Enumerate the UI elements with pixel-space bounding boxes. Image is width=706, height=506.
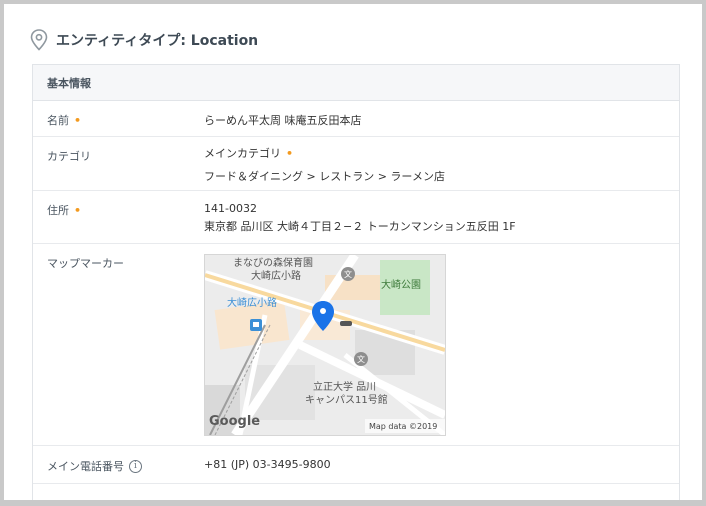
map-label-park: 大崎公園 (381, 278, 421, 291)
page-header: エンティティタイプ: Location (30, 26, 258, 54)
postal-code[interactable]: 141-0032 (204, 202, 257, 215)
section-title: 基本情報 (33, 65, 679, 101)
phone-value[interactable]: +81 (JP) 03-3495-9800 (204, 458, 331, 471)
google-logo: Google (209, 414, 260, 429)
svg-text:文: 文 (344, 269, 352, 279)
name-value[interactable]: らーめん平太周 味庵五反田本店 (204, 112, 362, 128)
map-marker-row: マップマーカー 文 文 まなびの森保育園 大崎広小路 大崎公園 大崎広小路 立正… (33, 244, 679, 446)
map-marker-label: マップマーカー (47, 257, 124, 270)
svg-text:文: 文 (357, 354, 365, 364)
entity-editor: エンティティタイプ: Location 基本情報 名前 • らーめん平太周 味庵… (4, 4, 702, 500)
map-view[interactable]: 文 文 まなびの森保育園 大崎広小路 大崎公園 大崎広小路 立正大学 品川 キャ… (204, 254, 446, 436)
category-row[interactable]: カテゴリ メインカテゴリ • フード＆ダイニング > レストラン > ラーメン店 (33, 137, 679, 191)
phone-label: メイン電話番号 (47, 460, 124, 473)
address-label: 住所 (47, 204, 69, 217)
name-row[interactable]: 名前 • らーめん平太周 味庵五反田本店 (33, 101, 679, 137)
category-value[interactable]: フード＆ダイニング > レストラン > ラーメン店 (204, 168, 445, 184)
main-category-label: メインカテゴリ (204, 147, 281, 160)
map-label-station: 大崎広小路 (227, 296, 277, 309)
page-title: エンティティタイプ: Location (56, 33, 259, 49)
map-label-nursery2: 大崎広小路 (251, 269, 301, 282)
required-marker: • (286, 146, 294, 160)
map-label-nursery: まなびの森保育園 (233, 256, 313, 269)
address-row[interactable]: 住所 • 141-0032 東京都 品川区 大崎４丁目２−２ トーカンマンション… (33, 191, 679, 244)
required-marker: • (74, 203, 82, 217)
name-label: 名前 (47, 114, 69, 127)
map-label-univ1: 立正大学 品川 (313, 380, 376, 393)
phone-row[interactable]: メイン電話番号 i +81 (JP) 03-3495-9800 (33, 446, 679, 484)
basic-info-panel: 基本情報 名前 • らーめん平太周 味庵五反田本店 カテゴリ メインカテゴリ •… (32, 64, 680, 500)
info-icon[interactable]: i (129, 459, 142, 473)
location-pin-icon (30, 29, 48, 51)
category-label: カテゴリ (47, 150, 91, 163)
required-marker: • (74, 113, 82, 127)
map-label-univ2: キャンパス11号館 (305, 393, 388, 406)
address-line[interactable]: 東京都 品川区 大崎４丁目２−２ トーカンマンション五反田 1F (204, 218, 516, 234)
map-attribution: Map data ©2019 (369, 422, 437, 431)
